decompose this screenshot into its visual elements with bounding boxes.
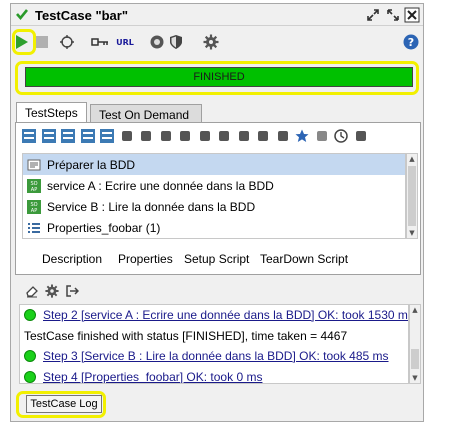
- help-icon[interactable]: ?: [403, 34, 419, 50]
- soap-request-icon[interactable]: [22, 129, 36, 143]
- log-scrollbar[interactable]: ▲ ▼: [409, 304, 421, 384]
- delay-icon[interactable]: [217, 129, 231, 143]
- rest-request-icon[interactable]: [41, 129, 56, 143]
- check-icon: [16, 9, 29, 21]
- options-dial-icon[interactable]: [149, 34, 165, 50]
- step-label: Service B : Lire la donnée dans la BDD: [47, 199, 256, 214]
- list-item[interactable]: SO AP Service B : Lire la donnée dans la…: [23, 196, 405, 217]
- tab-test-on-demand[interactable]: Test On Demand: [90, 104, 202, 123]
- soap-request-icon: SO AP: [27, 178, 41, 193]
- log-entry-text[interactable]: Step 3 [Service B : Lire la donnée dans …: [43, 349, 389, 363]
- log-entry-text[interactable]: Step 2 [service A : Ecrire une donnée da…: [43, 308, 408, 322]
- clock-icon[interactable]: [334, 129, 348, 143]
- gear-icon[interactable]: [45, 284, 59, 298]
- jdbc-request-icon[interactable]: [80, 129, 95, 143]
- status-text: FINISHED: [193, 71, 245, 83]
- log-entry-text: TestCase finished with status [FINISHED]…: [24, 329, 348, 343]
- teststeps-panel: Préparer la BDD SO AP service A : Ecrire…: [15, 122, 421, 275]
- properties-icon[interactable]: [139, 129, 153, 143]
- teststep-list: Préparer la BDD SO AP service A : Ecrire…: [22, 153, 406, 239]
- status-ok-icon: [24, 309, 36, 321]
- run-highlight: [12, 29, 36, 55]
- http-request-icon[interactable]: [61, 129, 75, 143]
- log-entry-text[interactable]: Step 4 [Properties_foobar] OK: took 0 ms: [43, 370, 262, 383]
- stop-icon[interactable]: [35, 34, 49, 50]
- tab-setup-script[interactable]: Setup Script: [184, 252, 249, 266]
- loadtest-target-icon[interactable]: [59, 34, 75, 50]
- property-transfer-icon[interactable]: [159, 129, 173, 143]
- scroll-up-icon[interactable]: ▲: [408, 155, 416, 163]
- url-label[interactable]: URL: [115, 34, 135, 50]
- status-ok-icon: [24, 350, 36, 362]
- properties-icon: [28, 222, 40, 233]
- scroll-down-icon[interactable]: ▼: [411, 374, 419, 382]
- list-item[interactable]: SO AP service A : Ecrire une donnée dans…: [23, 175, 405, 196]
- title-bar: TestCase "bar": [11, 4, 423, 26]
- assertion-icon[interactable]: [276, 129, 290, 143]
- list-item[interactable]: Properties_foobar (1): [23, 217, 405, 238]
- eraser-icon[interactable]: [25, 284, 39, 298]
- window-title: TestCase "bar": [35, 8, 129, 23]
- svg-text:?: ?: [408, 36, 414, 49]
- tab-description[interactable]: Description: [42, 252, 102, 266]
- run-testcase-icon[interactable]: [198, 129, 212, 143]
- star-icon[interactable]: [295, 129, 309, 143]
- scroll-thumb[interactable]: [411, 349, 419, 369]
- log-entry[interactable]: Step 4 [Properties_foobar] OK: took 0 ms: [20, 367, 408, 383]
- steplist-scrollbar[interactable]: ▲ ▼: [406, 153, 418, 239]
- scroll-up-icon[interactable]: ▲: [411, 306, 419, 314]
- list-item[interactable]: Préparer la BDD: [23, 154, 405, 175]
- tab-teststeps[interactable]: TestSteps: [16, 102, 87, 123]
- toolbar: URL ?: [11, 28, 423, 56]
- conditional-goto-icon[interactable]: [178, 129, 192, 143]
- svg-text:AP: AP: [31, 208, 37, 214]
- status-ok-icon: [24, 371, 36, 383]
- groovy-script-icon: [27, 159, 41, 170]
- groovy-script-icon[interactable]: [120, 129, 134, 143]
- close-icon[interactable]: [404, 7, 420, 23]
- step-label: service A : Ecrire une donnée dans la BD…: [47, 178, 274, 193]
- tab-teardown-script[interactable]: TearDown Script: [260, 252, 348, 266]
- log-entry: TestCase finished with status [FINISHED]…: [20, 326, 408, 346]
- datasource-icon[interactable]: [315, 129, 329, 143]
- step-label: Properties_foobar (1): [47, 220, 161, 235]
- tab-properties[interactable]: Properties: [118, 252, 173, 266]
- mock-response-icon[interactable]: [237, 129, 251, 143]
- status-progress-bar: FINISHED: [25, 67, 413, 87]
- log-list: Step 2 [service A : Ecrire une donnée da…: [19, 304, 409, 384]
- manual-step-icon[interactable]: [256, 129, 270, 143]
- scroll-down-icon[interactable]: ▼: [408, 229, 416, 237]
- properties-icon[interactable]: [354, 129, 368, 143]
- testcase-log-button[interactable]: TestCase Log: [26, 395, 102, 413]
- testcase-window: TestCase "bar" URL ? FINISHED TestSteps …: [10, 3, 424, 422]
- key-icon[interactable]: [91, 34, 109, 50]
- detach-icon[interactable]: [365, 7, 381, 23]
- amf-request-icon[interactable]: [100, 129, 114, 143]
- maximize-icon[interactable]: [385, 7, 401, 23]
- gear-icon[interactable]: [203, 34, 219, 50]
- svg-text:AP: AP: [31, 187, 37, 193]
- scroll-thumb[interactable]: [408, 166, 416, 226]
- shield-icon[interactable]: [169, 34, 183, 50]
- export-icon[interactable]: [65, 284, 79, 298]
- log-entry[interactable]: Step 3 [Service B : Lire la donnée dans …: [20, 346, 408, 366]
- log-entry[interactable]: Step 2 [service A : Ecrire une donnée da…: [20, 305, 408, 325]
- step-label: Préparer la BDD: [47, 157, 136, 172]
- soap-request-icon: SO AP: [27, 199, 41, 214]
